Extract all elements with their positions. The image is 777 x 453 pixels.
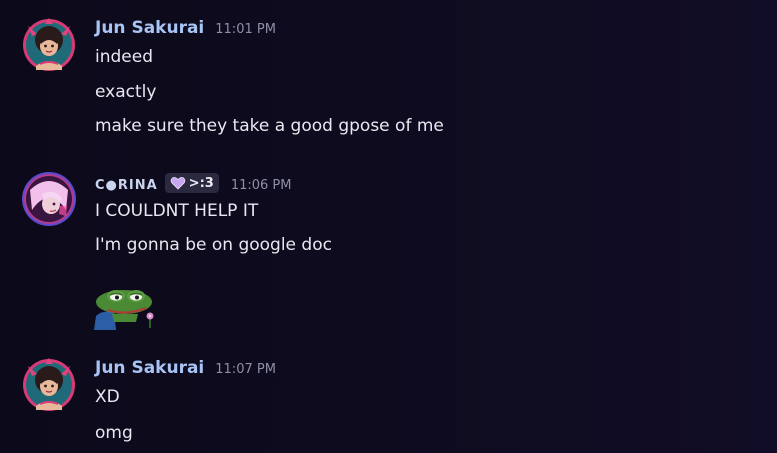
timestamp[interactable]: 11:01 PM — [215, 22, 276, 37]
role-tag-text: >:3 — [188, 175, 214, 191]
heart-icon — [170, 177, 185, 190]
timestamp[interactable]: 11:07 PM — [215, 362, 276, 377]
avatar[interactable] — [20, 354, 78, 412]
message-text: I COULDNT HELP IT — [95, 201, 259, 221]
timestamp[interactable]: 11:06 PM — [231, 178, 292, 193]
message-text: indeed — [95, 47, 153, 67]
username[interactable]: Jun Sakurai — [95, 18, 204, 38]
devil-girl-avatar-icon — [23, 18, 75, 71]
pink-hair-avatar-icon — [22, 172, 76, 226]
avatar[interactable] — [20, 14, 78, 72]
pepe-flower-emoji[interactable] — [94, 288, 160, 330]
message-text: make sure they take a good gpose of me — [95, 116, 444, 136]
message-text: omg — [95, 423, 133, 443]
message-text: XD — [95, 387, 120, 407]
username[interactable]: Jun Sakurai — [95, 358, 204, 378]
username[interactable]: C●RINA — [95, 178, 158, 193]
message-header: Jun Sakurai 11:01 PM — [95, 18, 276, 38]
devil-girl-avatar-icon — [23, 358, 75, 411]
avatar[interactable] — [20, 170, 78, 228]
message-header: Jun Sakurai 11:07 PM — [95, 358, 276, 378]
pepe-flower-emoji-icon — [94, 290, 154, 330]
message-header: C●RINA >:3 11:06 PM — [95, 172, 291, 193]
role-tag[interactable]: >:3 — [164, 173, 219, 193]
message-text: I'm gonna be on google doc — [95, 235, 332, 255]
message-text: exactly — [95, 82, 157, 102]
